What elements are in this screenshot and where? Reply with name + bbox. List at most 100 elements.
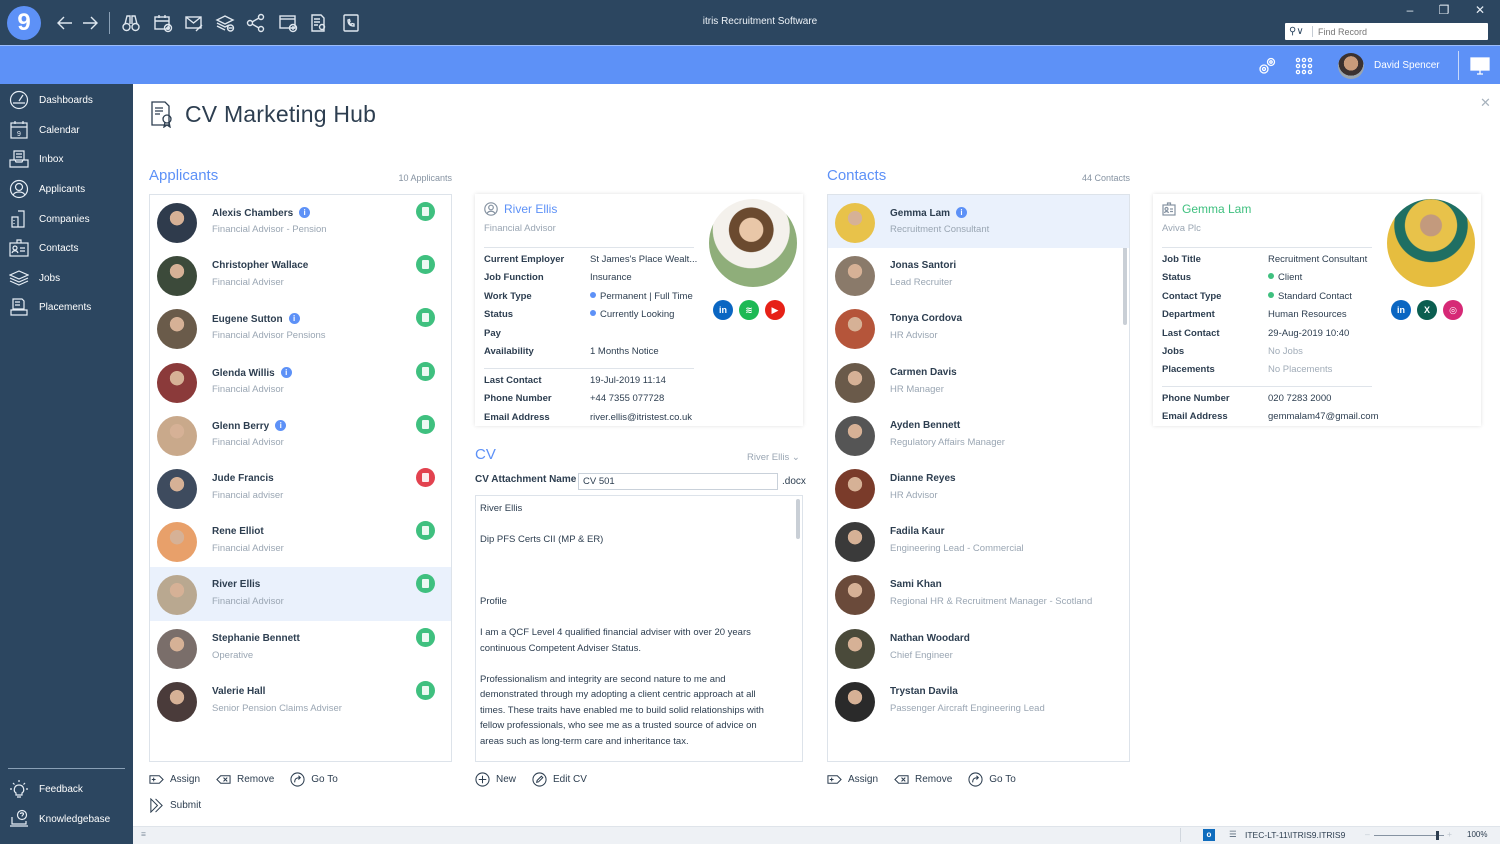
list-item[interactable]: Nathan Woodard Chief Engineer xyxy=(828,621,1129,674)
sidebar-divider xyxy=(8,768,125,769)
close-window-button[interactable]: ✕ xyxy=(1470,3,1490,19)
goto-contact-button[interactable]: Go To xyxy=(968,772,1016,787)
list-item[interactable]: Fadila Kaur Engineering Lead - Commercial xyxy=(828,514,1129,567)
avatar xyxy=(835,203,875,243)
list-item[interactable]: Trystan Davila Passenger Aircraft Enginee… xyxy=(828,674,1129,727)
list-item[interactable]: Rene Elliot Financial Adviser xyxy=(150,514,451,567)
cv-status-icon[interactable] xyxy=(416,627,435,647)
sidebar-item-inbox[interactable]: Inbox xyxy=(0,144,133,174)
cv-status-icon[interactable] xyxy=(416,521,435,541)
cv-text-area[interactable]: River Ellis Dip PFS Certs CII (MP & ER) P… xyxy=(475,495,803,762)
list-item[interactable]: Glenda Willis i Financial Advisor xyxy=(150,355,451,408)
restore-button[interactable]: ❐ xyxy=(1434,3,1454,19)
info-icon[interactable]: i xyxy=(299,207,311,218)
list-item[interactable]: Sami Khan Regional HR & Recruitment Manag… xyxy=(828,567,1129,620)
list-item[interactable]: Jude Francis Financial adviser xyxy=(150,461,451,514)
applicant-name[interactable]: River Ellis xyxy=(504,202,557,216)
list-item[interactable]: Eugene Sutton i Financial Advisor Pensions xyxy=(150,301,451,354)
cv-status-icon[interactable] xyxy=(416,361,435,381)
zoom-slider[interactable] xyxy=(1374,831,1444,840)
instagram-icon[interactable]: ◎ xyxy=(1443,300,1463,320)
cv-status-icon[interactable] xyxy=(416,255,435,275)
outlook-icon[interactable]: o xyxy=(1203,829,1215,841)
item-name: Sami Khan xyxy=(890,579,942,590)
sidebar-item-companies[interactable]: Companies xyxy=(0,204,133,234)
cv-owner-dropdown[interactable]: River Ellis ⌄ xyxy=(747,452,800,463)
assign-label: Assign xyxy=(170,774,201,785)
field-row: Last Contact 19-Jul-2019 11:14 xyxy=(484,375,666,386)
user-avatar[interactable] xyxy=(1338,53,1364,79)
list-item[interactable]: Carmen Davis HR Manager xyxy=(828,355,1129,408)
sidebar-item-jobs[interactable]: Jobs xyxy=(0,263,133,293)
find-record-box[interactable]: ⚲∨ xyxy=(1285,23,1488,40)
cv-status-icon[interactable] xyxy=(416,202,435,221)
sidebar-item-calendar[interactable]: 9 Calendar xyxy=(0,115,133,145)
cv-status-icon[interactable] xyxy=(416,467,435,487)
sidebar-item-dashboards[interactable]: Dashboards xyxy=(0,85,133,115)
menu-lines-icon[interactable]: ≡ xyxy=(141,829,146,839)
list-item[interactable]: Stephanie Bennett Operative xyxy=(150,621,451,674)
avatar xyxy=(835,415,875,456)
new-cv-button[interactable]: New xyxy=(475,772,516,787)
sidebar-item-contacts[interactable]: Contacts xyxy=(0,233,133,263)
item-name-text: Jude Francis xyxy=(212,472,274,484)
xing-icon[interactable]: X xyxy=(1417,300,1437,320)
cv-status-icon[interactable] xyxy=(416,308,435,328)
search-icon[interactable]: ⚲∨ xyxy=(1285,26,1313,37)
find-record-input[interactable] xyxy=(1313,26,1483,37)
item-name: Ayden Bennett xyxy=(890,420,960,431)
list-item[interactable]: Alexis Chambers i Financial Advisor - Pens… xyxy=(150,195,451,248)
sidebar-item-feedback[interactable]: Feedback xyxy=(0,774,133,804)
list-item[interactable]: Tonya Cordova HR Advisor xyxy=(828,301,1129,354)
cv-paragraph xyxy=(480,563,782,579)
info-icon[interactable]: i xyxy=(288,313,300,325)
user-name[interactable]: David Spencer xyxy=(1374,60,1440,71)
minimize-button[interactable]: – xyxy=(1400,3,1420,19)
item-name: Fadila Kaur xyxy=(890,526,944,537)
list-item[interactable]: River Ellis Financial Advisor xyxy=(150,567,451,621)
scrollbar[interactable] xyxy=(796,499,800,539)
goto-applicant-button[interactable]: Go To xyxy=(290,772,338,787)
field-label: Phone Number xyxy=(484,393,552,405)
edit-cv-button[interactable]: Edit CV xyxy=(532,772,587,787)
remove-contact-button[interactable]: Remove xyxy=(894,772,952,787)
settings-gears-icon[interactable] xyxy=(1256,55,1278,77)
youtube-icon[interactable]: ▶ xyxy=(765,300,785,320)
zoom-slider-thumb[interactable] xyxy=(1435,831,1439,840)
remove-applicant-button[interactable]: Remove xyxy=(216,772,274,787)
assign-applicant-button[interactable]: Assign xyxy=(149,772,200,787)
zoom-out-button[interactable]: – xyxy=(1365,829,1370,839)
apps-grid-icon[interactable] xyxy=(1293,55,1315,77)
list-item[interactable]: Gemma Lam i Recruitment Consultant xyxy=(828,195,1129,249)
list-item[interactable]: Christopher Wallace Financial Adviser xyxy=(150,248,451,301)
info-icon[interactable]: i xyxy=(275,419,287,431)
linkedin-icon[interactable]: in xyxy=(1391,300,1411,320)
info-icon[interactable]: i xyxy=(956,207,968,218)
item-role: Financial Advisor - Pension xyxy=(212,224,327,235)
assign-contact-button[interactable]: Assign xyxy=(827,772,878,787)
cv-status-icon[interactable] xyxy=(416,680,435,700)
info-icon[interactable]: i xyxy=(280,366,292,378)
cv-status-icon[interactable] xyxy=(416,574,435,594)
sidebar-item-label: Companies xyxy=(39,213,90,225)
list-item[interactable]: Jonas Santori Lead Recruiter xyxy=(828,248,1129,301)
sidebar-item-applicants[interactable]: Applicants xyxy=(0,174,133,204)
field-value-text: Insurance xyxy=(590,272,632,284)
spotify-icon[interactable]: ≋ xyxy=(739,300,759,320)
list-item[interactable]: Ayden Bennett Regulatory Affairs Manager xyxy=(828,408,1129,461)
submit-button[interactable]: Submit xyxy=(149,798,201,813)
list-item[interactable]: Dianne Reyes HR Advisor xyxy=(828,461,1129,514)
sidebar-item-knowledgebase[interactable]: Knowledgebase xyxy=(0,804,133,834)
cv-attachment-input[interactable] xyxy=(578,473,778,490)
monitor-icon[interactable] xyxy=(1469,55,1491,77)
sidebar-item-placements[interactable]: Placements xyxy=(0,292,133,322)
zoom-in-button[interactable]: + xyxy=(1447,829,1452,839)
avatar xyxy=(835,256,875,297)
list-item[interactable]: Valerie Hall Senior Pension Claims Advise… xyxy=(150,674,451,727)
linkedin-icon[interactable]: in xyxy=(713,300,733,320)
cv-status-icon[interactable] xyxy=(416,414,435,434)
contact-company[interactable]: Aviva Plc xyxy=(1162,223,1201,234)
close-page-icon[interactable]: ✕ xyxy=(1480,95,1491,111)
list-item[interactable]: Glenn Berry i Financial Advisor xyxy=(150,408,451,461)
contact-name[interactable]: Gemma Lam xyxy=(1182,202,1251,216)
